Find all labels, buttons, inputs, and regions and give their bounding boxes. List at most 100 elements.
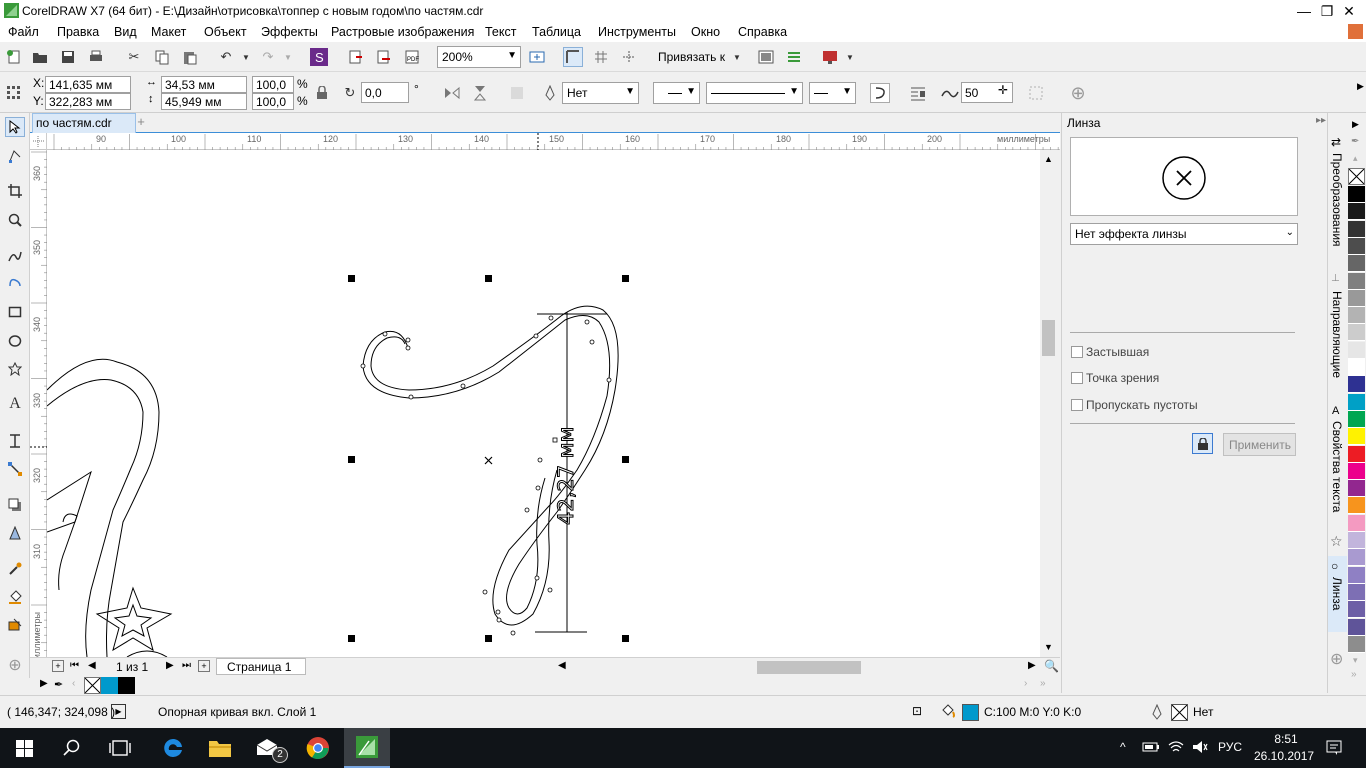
palette-flyout-icon[interactable]: ▶	[1352, 119, 1359, 130]
fill-color-swatch[interactable]	[962, 704, 979, 721]
palette-swatch[interactable]	[1348, 635, 1365, 653]
transparency-tool-icon[interactable]	[5, 523, 25, 543]
palette-scroll-left-icon[interactable]: ‹	[72, 678, 75, 689]
horizontal-ruler[interactable]: 90 100 110 120 130 140 150 160 170 180 1…	[30, 133, 1060, 150]
palette-swatch[interactable]	[1348, 289, 1365, 307]
color-proof-icon[interactable]: ⊡	[912, 704, 922, 718]
docker-expand-icon[interactable]: ▸▸	[1316, 115, 1326, 126]
search-icon[interactable]	[63, 739, 81, 760]
scroll-up-icon[interactable]: ▲	[1044, 154, 1053, 164]
snap-to-label[interactable]: Привязать к	[658, 50, 725, 64]
palette-swatch[interactable]	[1348, 376, 1365, 394]
palette-swatch[interactable]	[1348, 566, 1365, 584]
menu-bitmaps[interactable]: Растровые изображения	[331, 25, 474, 39]
palette-expand-icon[interactable]: »	[1040, 678, 1046, 689]
scroll-down-icon[interactable]: ▼	[1044, 642, 1053, 652]
mirror-vertical-icon[interactable]	[470, 83, 490, 103]
palette-swatch[interactable]	[1348, 480, 1365, 498]
outline-width-select[interactable]: Нет ▼	[562, 82, 639, 104]
import-icon[interactable]	[346, 47, 366, 67]
close-button[interactable]: ✕	[1332, 0, 1366, 22]
palette-scroll-up-icon[interactable]: ▴	[1353, 153, 1358, 164]
menu-text[interactable]: Текст	[485, 25, 516, 39]
export-icon[interactable]	[374, 47, 394, 67]
palette-swatch[interactable]	[1348, 514, 1365, 532]
freehand-tool-icon[interactable]	[5, 246, 25, 266]
smart-drawing-tool-icon[interactable]	[5, 273, 25, 293]
snap-to-dropdown-icon[interactable]: ▼	[727, 47, 747, 67]
connector-tool-icon[interactable]	[5, 459, 25, 479]
height-field[interactable]: 45,949 мм	[161, 93, 247, 110]
scroll-right-icon[interactable]: ▶	[1028, 660, 1036, 671]
palette-swatch[interactable]	[1348, 393, 1365, 411]
horizontal-scroll-thumb[interactable]	[757, 661, 861, 674]
smoothing-slider-icon[interactable]: ✛	[998, 83, 1008, 97]
coreldraw-taskbar-button[interactable]	[344, 728, 390, 768]
palette-expand-icon[interactable]: »	[1351, 669, 1357, 680]
menu-edit[interactable]: Правка	[57, 25, 99, 39]
copy-icon[interactable]	[152, 47, 172, 67]
menu-tools[interactable]: Инструменты	[598, 25, 676, 39]
add-icon[interactable]: ⊕	[1068, 83, 1088, 103]
crop-tool-icon[interactable]	[5, 181, 25, 201]
lock-icon[interactable]	[1192, 433, 1213, 454]
viewpoint-checkbox[interactable]	[1071, 372, 1083, 384]
star-tab-icon[interactable]: ☆	[1330, 533, 1343, 550]
palette-swatch[interactable]	[1348, 462, 1365, 480]
palette-swatch[interactable]	[1348, 618, 1365, 636]
text-tool-icon[interactable]: A	[5, 394, 25, 414]
start-arrowhead-select[interactable]: ▼	[653, 82, 700, 104]
chrome-icon[interactable]	[306, 736, 330, 763]
line-style-select[interactable]: ▼	[706, 82, 803, 104]
palette-swatch[interactable]	[1348, 445, 1365, 463]
menu-layout[interactable]: Макет	[151, 25, 186, 39]
palette-swatch[interactable]	[1348, 255, 1365, 273]
palette-swatch[interactable]	[1348, 601, 1365, 619]
palette-swatch[interactable]	[1348, 324, 1365, 342]
navigator-zoom-icon[interactable]: 🔍	[1044, 659, 1059, 673]
print-icon[interactable]	[86, 47, 106, 67]
scroll-left-icon[interactable]: ◀	[558, 660, 566, 671]
wifi-icon[interactable]	[1168, 740, 1184, 757]
welcome-screen-icon[interactable]	[820, 47, 840, 67]
x-position-field[interactable]: 141,635 мм	[45, 76, 131, 93]
palette-swatch[interactable]	[1348, 410, 1365, 428]
palette-swatch[interactable]	[1348, 237, 1365, 255]
lock-ratio-icon[interactable]	[312, 83, 332, 103]
zoom-tool-icon[interactable]	[5, 210, 25, 230]
palette-menu-icon[interactable]: ▶	[40, 678, 48, 689]
palette-swatch[interactable]	[1348, 203, 1365, 221]
eyedropper-tool-icon[interactable]	[5, 559, 25, 579]
tab-text-properties[interactable]: Свойства текста	[1330, 421, 1344, 512]
mirror-horizontal-icon[interactable]	[442, 83, 462, 103]
interactive-fill-tool-icon[interactable]	[5, 587, 25, 607]
last-page-icon[interactable]: ⏭	[182, 660, 191, 671]
new-document-icon[interactable]	[4, 47, 24, 67]
expand-toolbar-icon[interactable]: ▶	[1357, 81, 1364, 92]
no-color-swatch[interactable]	[84, 677, 101, 694]
palette-swatch[interactable]	[1348, 532, 1365, 549]
drawing-artwork[interactable]	[47, 150, 1040, 657]
windows-start-icon[interactable]	[16, 740, 33, 760]
dimension-label[interactable]: 42,27 мм	[552, 412, 580, 540]
polygon-tool-icon[interactable]	[5, 359, 25, 379]
next-page-icon[interactable]: ▶	[166, 660, 174, 671]
palette-swatch[interactable]	[1348, 307, 1365, 325]
cut-icon[interactable]: ✂	[124, 47, 144, 67]
cyan-swatch[interactable]	[101, 677, 118, 694]
menu-object[interactable]: Объект	[204, 25, 247, 39]
task-view-icon[interactable]	[109, 739, 131, 760]
show-grid-icon[interactable]	[591, 47, 611, 67]
language-indicator[interactable]: РУС	[1218, 740, 1242, 754]
rotation-field[interactable]: 0,0	[361, 82, 409, 103]
menu-window[interactable]: Окно	[691, 25, 720, 39]
paste-icon[interactable]	[180, 47, 200, 67]
tab-guidelines[interactable]: Направляющие	[1330, 291, 1344, 378]
smart-fill-tool-icon[interactable]	[5, 615, 25, 635]
redo-icon[interactable]: ↷	[258, 47, 278, 67]
palette-swatch[interactable]	[1348, 186, 1365, 203]
add-page-after-icon[interactable]: +	[198, 660, 210, 672]
convert-to-curves-icon[interactable]	[507, 83, 527, 103]
tab-lens[interactable]: Линза	[1330, 577, 1344, 610]
volume-icon[interactable]	[1192, 739, 1208, 758]
